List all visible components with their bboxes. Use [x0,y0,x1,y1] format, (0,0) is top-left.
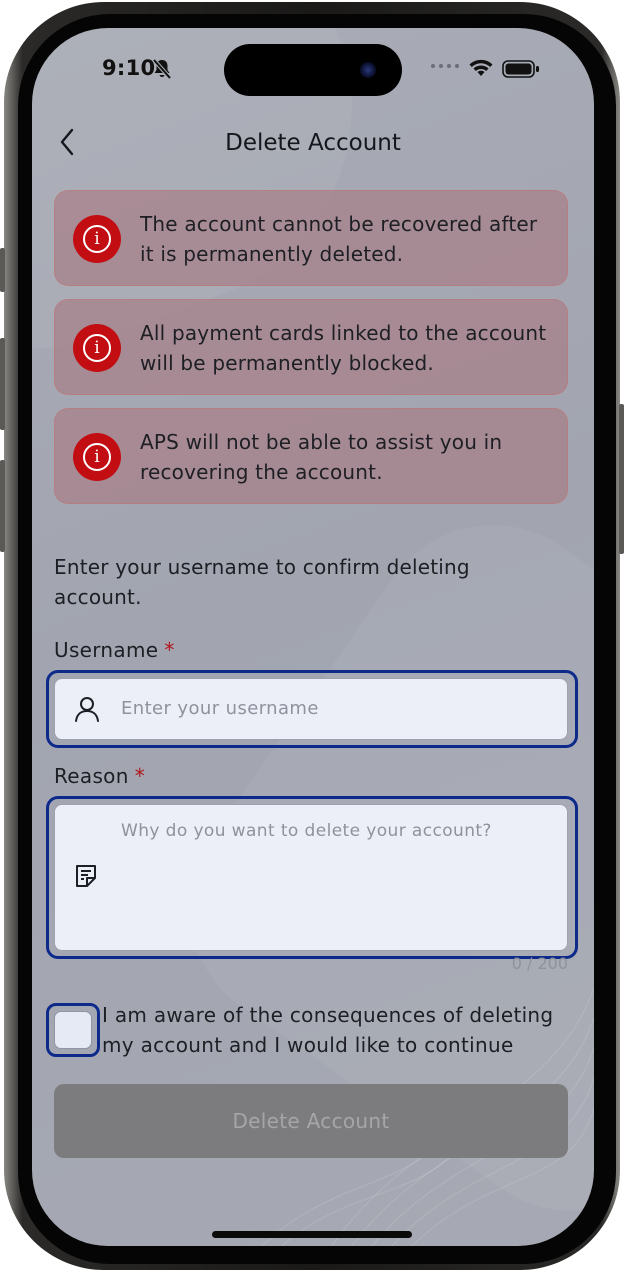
instruction-text: Enter your username to confirm deleting … [54,555,470,609]
warning-card: i All payment cards linked to the accoun… [54,299,568,395]
info-icon: i [73,215,121,263]
battery-icon [502,60,539,78]
info-icon: i [73,433,121,481]
required-mark: * [134,764,146,788]
reason-label-text: Reason [54,764,129,788]
username-label: Username * [54,638,175,662]
nav-bar: Delete Account [32,118,594,168]
status-bar: 9:10 [32,28,594,108]
username-field[interactable]: Enter your username [54,678,568,740]
bell-slash-icon [152,58,172,80]
character-counter: 0 / 200 [511,954,568,973]
warning-text: APS will not be able to assist you in re… [140,430,503,484]
volume-down-button [0,460,5,552]
signal-dots-icon [431,64,459,68]
wifi-icon [469,59,493,76]
reason-field[interactable]: Why do you want to delete your account? [54,804,568,951]
note-icon [76,865,96,887]
username-label-text: Username [54,638,159,662]
required-mark: * [164,638,175,662]
delete-account-button[interactable]: Delete Account [54,1084,568,1158]
user-icon [75,697,99,722]
volume-up-button [0,338,5,430]
dynamic-island [224,44,402,96]
reason-label: Reason * [54,764,145,788]
warning-text: All payment cards linked to the account … [140,321,547,375]
screen: 9:10 Delete Account i The account cannot… [32,28,594,1246]
warning-card: i APS will not be able to assist you in … [54,408,568,504]
consent-text[interactable]: I am aware of the consequences of deleti… [102,1000,572,1060]
page-title: Delete Account [225,130,401,156]
warning-text: The account cannot be recovered after it… [140,212,538,266]
power-button [619,404,624,554]
action-button [0,248,5,292]
warning-card: i The account cannot be recovered after … [54,190,568,286]
info-icon: i [73,324,121,372]
home-indicator[interactable] [212,1231,412,1238]
consent-checkbox[interactable] [54,1011,92,1049]
status-time: 9:10 [102,56,156,80]
camera-icon [360,62,376,78]
reason-input[interactable]: Why do you want to delete your account? [121,821,492,841]
username-input[interactable]: Enter your username [121,698,319,719]
